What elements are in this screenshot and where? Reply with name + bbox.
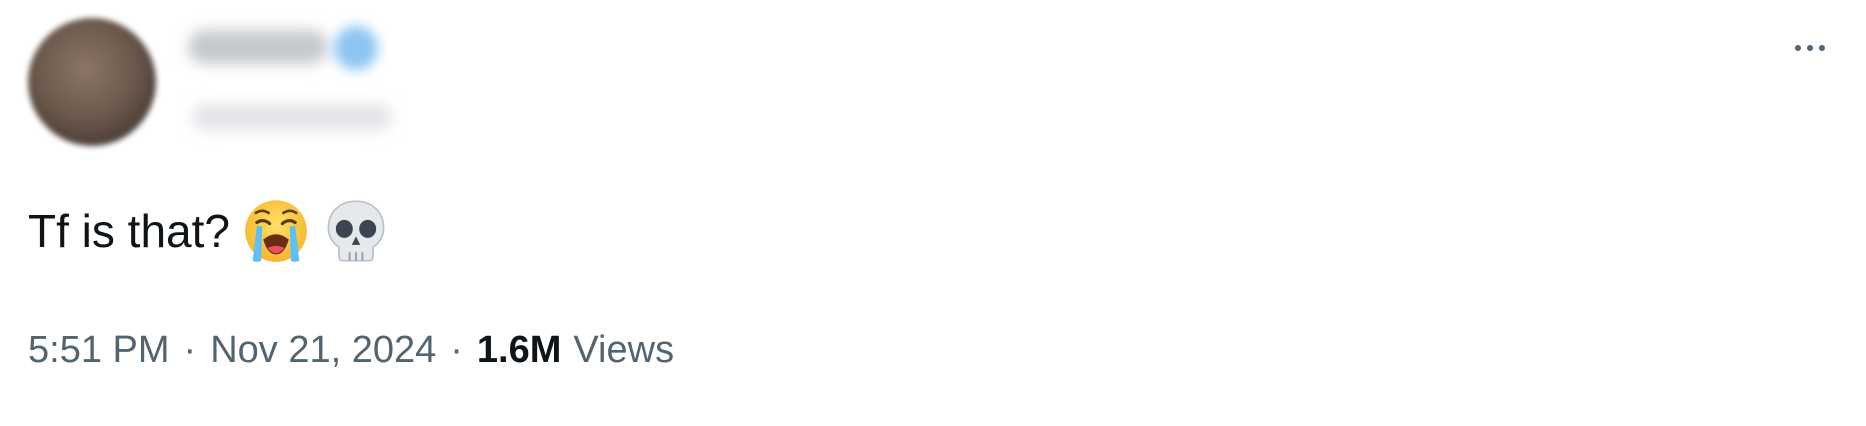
skull-emoji <box>322 197 390 265</box>
more-horizontal-icon-dot <box>1819 45 1825 51</box>
author-handle-blurred[interactable] <box>192 104 392 130</box>
loudly-crying-face-emoji <box>242 197 310 265</box>
tweet-time[interactable]: 5:51 PM <box>28 329 170 372</box>
more-horizontal-icon <box>1795 45 1801 51</box>
more-options-button[interactable] <box>1782 28 1838 68</box>
separator-dot: · <box>450 328 463 371</box>
tweet-card: Tf is that? 5:51 PM · Nov 21, 2024 · 1.6… <box>0 0 1866 426</box>
tweet-date[interactable]: Nov 21, 2024 <box>210 329 436 372</box>
avatar[interactable] <box>28 18 156 146</box>
tweet-meta: 5:51 PM · Nov 21, 2024 · 1.6M Views <box>28 322 674 378</box>
views-label: Views <box>573 328 675 371</box>
views-count[interactable]: 1.6M <box>477 329 561 372</box>
verified-badge-icon <box>334 26 378 70</box>
separator-dot: · <box>183 328 197 371</box>
tweet-text-content: Tf is that? <box>28 205 230 257</box>
author-name-blurred[interactable] <box>188 30 328 64</box>
more-horizontal-icon-dot <box>1807 45 1813 51</box>
tweet-text: Tf is that? <box>28 196 390 266</box>
